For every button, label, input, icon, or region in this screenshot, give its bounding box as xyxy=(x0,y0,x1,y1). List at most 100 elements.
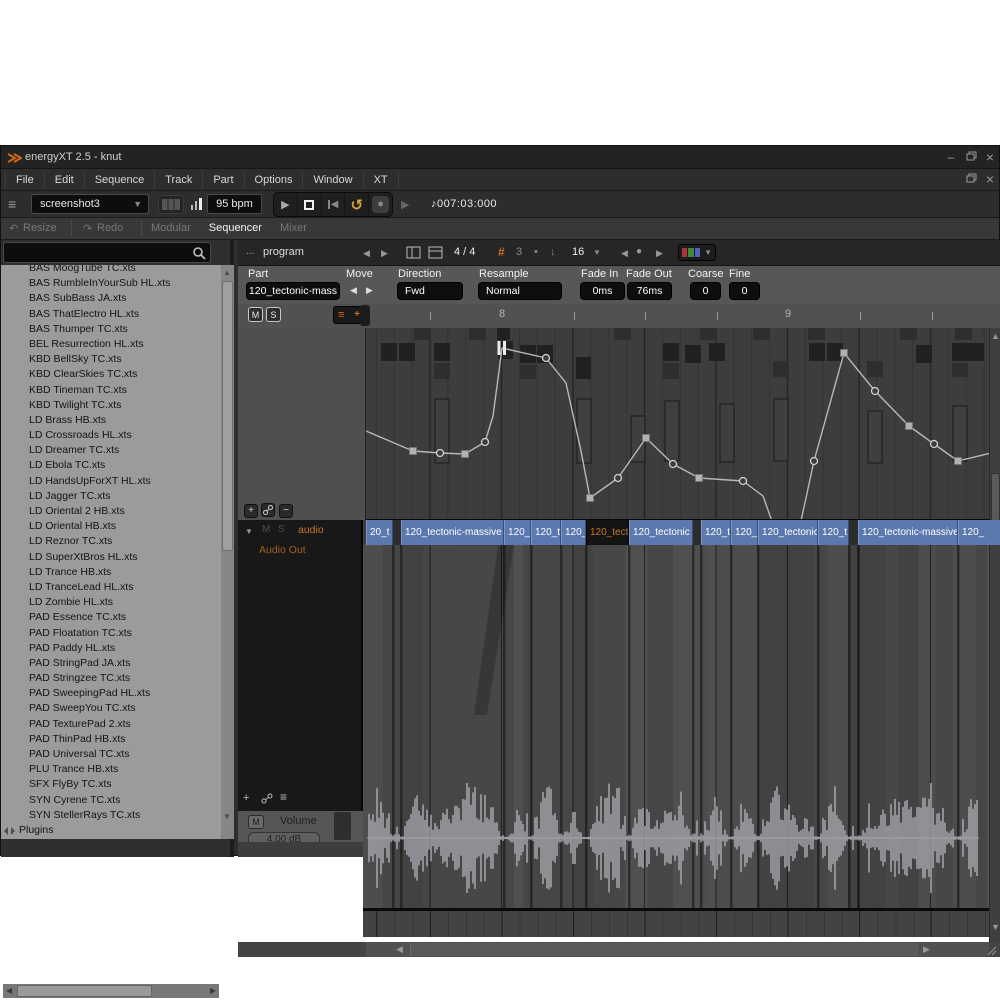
song-play-button[interactable]: ▶ xyxy=(401,198,409,211)
link-points-button[interactable] xyxy=(261,503,275,517)
volume-automation-lane[interactable] xyxy=(363,908,989,937)
window-view-icon[interactable] xyxy=(428,246,444,260)
automation-point-circle[interactable] xyxy=(740,478,747,485)
automation-point-circle[interactable] xyxy=(543,355,550,362)
loop-next-button[interactable]: ▶ xyxy=(656,248,663,259)
resize-button[interactable]: Resize xyxy=(23,222,57,234)
collapse-arrow-icon[interactable]: ▼ xyxy=(245,527,253,536)
next-arrow-button[interactable]: ▶ xyxy=(381,248,388,259)
editor-vscrollbar[interactable]: ▲ ▼ xyxy=(989,328,1000,942)
list-item[interactable]: LD Jagger TC.xts xyxy=(1,489,221,504)
list-item[interactable]: BEL Resurrection HL.xts xyxy=(1,337,221,352)
automation-point-square[interactable] xyxy=(462,451,469,458)
menu-edit[interactable]: Edit xyxy=(45,172,85,188)
scroll-right-icon[interactable]: ▶ xyxy=(923,943,930,956)
time-signature[interactable]: 4 / 4 xyxy=(454,246,475,258)
list-item[interactable]: KBD Tineman TC.xts xyxy=(1,383,221,398)
automation-point-square[interactable] xyxy=(955,458,962,465)
coarse-field[interactable]: 0 xyxy=(690,282,721,300)
split-view-icon[interactable] xyxy=(406,246,422,260)
file-menu-icon[interactable]: ≡ xyxy=(8,196,16,212)
scroll-up-icon[interactable]: ▲ xyxy=(223,268,231,277)
dot-button[interactable]: • xyxy=(534,246,538,258)
direction-field[interactable]: Fwd◀▶ xyxy=(397,282,463,300)
rewind-button[interactable]: ◀ xyxy=(322,193,346,216)
scroll-right-icon[interactable]: ▶ xyxy=(210,986,216,995)
list-item[interactable]: LD Oriental 2 HB.xts xyxy=(1,504,221,519)
solo-button[interactable]: S xyxy=(266,307,281,322)
automation-point-circle[interactable] xyxy=(872,388,879,395)
child-close-button[interactable]: × xyxy=(982,172,998,187)
move-prev-button[interactable]: ◀ xyxy=(350,285,357,296)
audio-clip[interactable]: 120_t xyxy=(504,520,531,545)
loop-prev-button[interactable]: ◀ xyxy=(621,248,628,259)
menu-options[interactable]: Options xyxy=(245,172,304,188)
part-field[interactable]: 120_tectonic-mass xyxy=(246,282,340,300)
keyboard-panel-button[interactable] xyxy=(158,195,184,214)
add-track-button[interactable]: + xyxy=(243,792,249,804)
scroll-left-icon[interactable]: ◀ xyxy=(396,943,403,956)
audio-clip[interactable]: 120_t xyxy=(561,520,586,545)
track-name[interactable]: audio xyxy=(298,524,324,536)
menu-window[interactable]: Window xyxy=(303,172,363,188)
waveform-display[interactable] xyxy=(363,545,989,908)
list-item[interactable]: LD Reznor TC.xts xyxy=(1,534,221,549)
track-output[interactable]: Audio Out xyxy=(259,544,306,556)
track-color-chip[interactable]: ▼ xyxy=(678,244,716,261)
automation-point-square[interactable] xyxy=(587,495,594,502)
child-restore-button[interactable] xyxy=(963,172,979,187)
automation-point-circle[interactable] xyxy=(811,458,818,465)
move-next-button[interactable]: ▶ xyxy=(366,285,373,296)
audio-clip[interactable]: 120_tectonic xyxy=(758,520,818,545)
automation-point-circle[interactable] xyxy=(437,450,444,457)
list-item[interactable]: BAS ThatElectro HL.xts xyxy=(1,307,221,322)
automation-point-square[interactable] xyxy=(906,423,913,430)
link-icon[interactable] xyxy=(260,792,274,805)
audio-clip[interactable]: 120_ xyxy=(958,520,1000,545)
more-button[interactable]: ... xyxy=(246,246,254,257)
list-item[interactable]: SYN StellerRays TC.xts xyxy=(1,808,221,823)
main-hscrollbar[interactable]: ◀ ▶ xyxy=(238,942,1000,957)
timeline-ruler[interactable]: 89 xyxy=(366,304,1000,328)
list-item[interactable]: KBD ClearSkies TC.xts xyxy=(1,367,221,382)
list-item[interactable]: PAD Universal TC.xts xyxy=(1,747,221,762)
list-item[interactable]: PAD StringPad JA.xts xyxy=(1,656,221,671)
volume-mute-button[interactable]: M xyxy=(248,815,264,829)
program-label[interactable]: program xyxy=(263,246,304,258)
list-item[interactable]: KBD BellSky TC.xts xyxy=(1,352,221,367)
add-point-button[interactable]: + xyxy=(244,504,258,518)
list-item[interactable]: SYN Cyrene TC.xts xyxy=(1,793,221,808)
arrow-down-button[interactable]: ↓ xyxy=(550,246,556,258)
audio-clip[interactable]: 120_tectonic xyxy=(629,520,693,545)
tab-sequencer[interactable]: Sequencer xyxy=(209,222,262,234)
track-solo-button[interactable]: S xyxy=(278,524,285,535)
sidebar-vscrollbar[interactable]: ▲ ▼ xyxy=(221,265,234,839)
stop-button[interactable] xyxy=(298,193,322,216)
scroll-thumb[interactable] xyxy=(17,985,152,997)
list-item[interactable]: PAD Floatation TC.xts xyxy=(1,626,221,641)
list-item[interactable]: PAD Stringzee TC.xts xyxy=(1,671,221,686)
audio-clip[interactable]: 120_ xyxy=(731,520,758,545)
scroll-thumb[interactable] xyxy=(410,943,918,956)
minimize-button[interactable]: – xyxy=(943,150,959,165)
automation-point-circle[interactable] xyxy=(482,439,489,446)
resize-grip-icon[interactable] xyxy=(985,944,998,956)
audio-clip[interactable]: 120_t xyxy=(818,520,849,545)
audio-clip[interactable]: 120_tectonic-massive xyxy=(858,520,958,545)
list-item[interactable]: SFX FlyBy TC.xts xyxy=(1,777,221,792)
automation-point-square[interactable] xyxy=(643,435,650,442)
list-item[interactable]: LD Brass HB.xts xyxy=(1,413,221,428)
list-item[interactable]: BAS SubBass JA.xts xyxy=(1,291,221,306)
list-item[interactable]: LD Zombie HL.xts xyxy=(1,595,221,610)
scroll-thumb[interactable] xyxy=(222,281,233,551)
automation-point-circle[interactable] xyxy=(615,475,622,482)
automation-point-circle[interactable] xyxy=(931,441,938,448)
list-item[interactable]: LD HandsUpForXT HL.xts xyxy=(1,474,221,489)
snap-grid-icon[interactable]: # xyxy=(498,245,505,259)
audio-clip[interactable]: 20_t xyxy=(366,520,393,545)
automation-point-square[interactable] xyxy=(841,350,848,357)
fine-field[interactable]: 0 xyxy=(729,282,760,300)
scroll-down-icon[interactable]: ▼ xyxy=(223,812,231,821)
scroll-down-icon[interactable]: ▼ xyxy=(991,921,1000,934)
mute-button[interactable]: M xyxy=(248,307,263,322)
